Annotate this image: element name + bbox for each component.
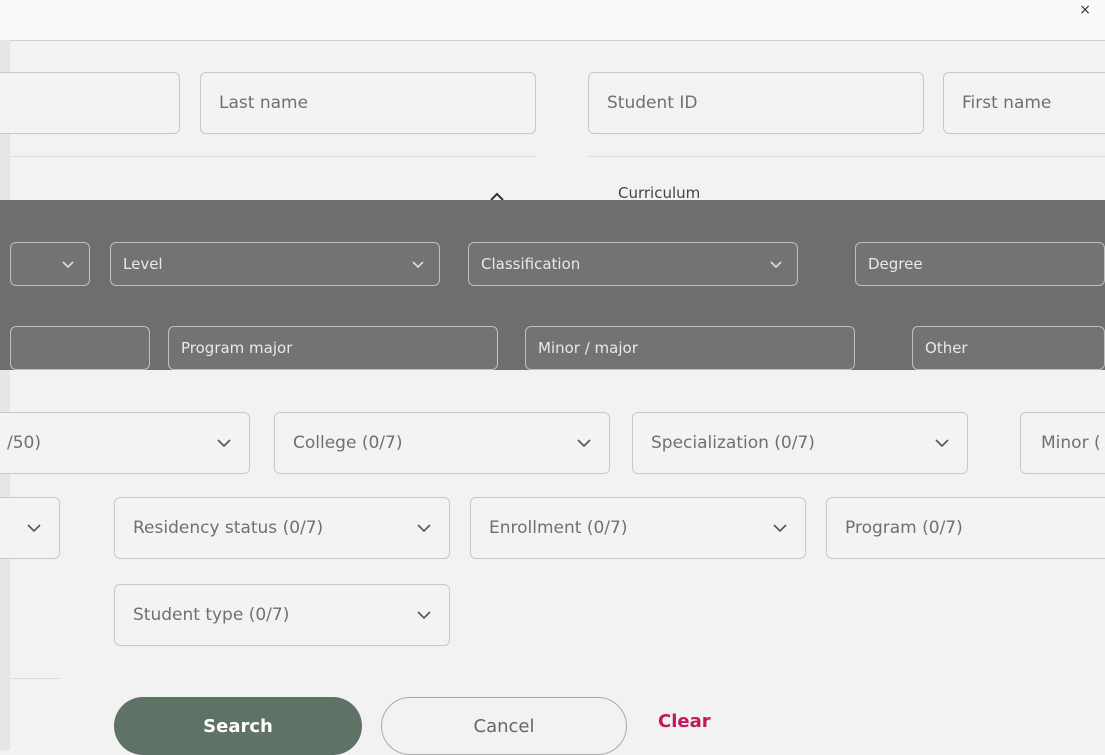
other-label: Other [925, 339, 968, 357]
minor-major-label: Minor / major [538, 339, 638, 357]
program-select[interactable]: Program (0/7) [826, 497, 1105, 559]
degree-label: Degree [868, 255, 923, 273]
row2-partial-select[interactable] [0, 497, 60, 559]
classification-label: Classification [481, 255, 581, 273]
enrollment-select[interactable]: Enrollment (0/7) [470, 497, 806, 559]
last-name-placeholder: Last name [219, 93, 309, 113]
level-select[interactable]: Level [110, 242, 440, 286]
divider-right [588, 156, 1105, 157]
clear-link[interactable]: Clear [658, 711, 711, 732]
program-major-select[interactable]: Program major [168, 326, 498, 370]
chevron-down-icon [62, 261, 74, 269]
college-select[interactable]: College (0/7) [274, 412, 610, 474]
student-id-placeholder: Student ID [607, 93, 698, 113]
minor-select[interactable]: Minor ( [1020, 412, 1105, 474]
band-select-row2-1[interactable] [10, 326, 150, 370]
enrollment-label: Enrollment (0/7) [489, 518, 628, 538]
classification-select[interactable]: Classification [468, 242, 798, 286]
first-name-placeholder: First name [962, 93, 1052, 113]
close-icon[interactable]: × [1079, 2, 1091, 18]
minor-label: Minor ( [1041, 433, 1101, 453]
student-type-label: Student type (0/7) [133, 605, 290, 625]
first-name-input[interactable]: First name [943, 72, 1105, 134]
filter-band: Level Classification Degree Program majo… [0, 200, 1105, 370]
chevron-down-icon [770, 261, 782, 269]
left-shade [0, 40, 10, 750]
chevron-down-icon [217, 439, 231, 448]
search-button[interactable]: Search [114, 697, 362, 755]
last-name-input[interactable]: Last name [200, 72, 536, 134]
specialization-label: Specialization (0/7) [651, 433, 815, 453]
minor-major-select[interactable]: Minor / major [525, 326, 855, 370]
divider-bottom [10, 678, 60, 679]
level-label: Level [123, 255, 163, 273]
band-select-1[interactable] [10, 242, 90, 286]
other-select[interactable]: Other [912, 326, 1105, 370]
specialization-select[interactable]: Specialization (0/7) [632, 412, 968, 474]
degree-select[interactable]: Degree [855, 242, 1105, 286]
program-major-label: Program major [181, 339, 293, 357]
divider-left [10, 156, 536, 157]
residency-select[interactable]: Residency status (0/7) [114, 497, 450, 559]
first-field-partial[interactable] [0, 72, 180, 134]
program-label: Program (0/7) [845, 518, 963, 538]
residency-label: Residency status (0/7) [133, 518, 324, 538]
chevron-down-icon [412, 261, 424, 269]
student-id-input[interactable]: Student ID [588, 72, 924, 134]
left-filter-label: /50) [7, 433, 41, 453]
college-label: College (0/7) [293, 433, 403, 453]
chevron-down-icon [27, 524, 41, 533]
chevron-down-icon [417, 524, 431, 533]
chevron-down-icon [935, 439, 949, 448]
chevron-down-icon [577, 439, 591, 448]
cancel-button[interactable]: Cancel [381, 697, 627, 755]
top-bar: × [0, 0, 1105, 41]
chevron-down-icon [773, 524, 787, 533]
left-filter-partial[interactable]: /50) [0, 412, 250, 474]
student-type-select[interactable]: Student type (0/7) [114, 584, 450, 646]
chevron-down-icon [417, 611, 431, 620]
